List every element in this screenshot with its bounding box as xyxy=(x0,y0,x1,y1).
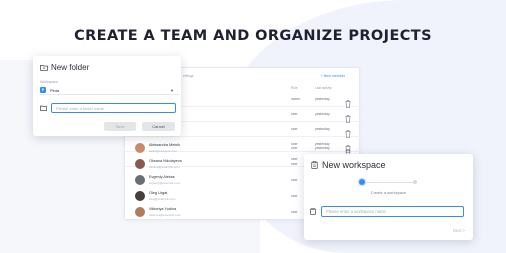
new-workspace-dialog: New workspace Create a workspace Next > xyxy=(304,154,473,240)
member-email: viktoriya@example.com xyxy=(149,213,181,217)
member-name: Oksana Nikolayeva xyxy=(149,159,182,163)
workspace-value: Pinta xyxy=(50,87,60,93)
row-role: user xyxy=(291,194,298,198)
chevron-down-icon: ▼ xyxy=(170,88,174,93)
new-member-button[interactable]: + New member xyxy=(321,74,345,78)
row-last-activity: yesterday xyxy=(315,112,330,116)
member-name: Evgeniy Alekse xyxy=(149,175,175,179)
workspace-label: Workspace xyxy=(40,80,58,84)
workspace-badge: P xyxy=(40,87,46,93)
row-role: user xyxy=(291,162,298,166)
dialog-title: New folder xyxy=(51,63,90,72)
trash-icon[interactable] xyxy=(345,95,351,108)
trash-icon[interactable] xyxy=(345,144,351,157)
row-role: user xyxy=(291,178,298,182)
workspace-select[interactable]: P Pinta ▼ xyxy=(40,86,180,95)
trash-icon[interactable] xyxy=(345,125,351,138)
member-email: oksana@example.com xyxy=(149,165,180,169)
trash-icon[interactable] xyxy=(345,110,351,123)
clipboard-icon xyxy=(311,161,318,169)
avatar xyxy=(135,143,145,153)
member-name: Viktoriya Yudina xyxy=(149,207,177,211)
dialog-title: New workspace xyxy=(322,160,386,170)
clipboard-icon xyxy=(310,208,316,215)
row-last-activity: yesterday xyxy=(315,127,330,131)
member-name: Aleksandra Melnik xyxy=(149,143,181,147)
avatar xyxy=(135,207,145,217)
step-label: Create a workspace xyxy=(370,190,407,195)
save-button[interactable]: Save xyxy=(104,122,136,131)
step-connector xyxy=(365,181,413,183)
folder-name-input[interactable] xyxy=(51,103,176,113)
member-email: evgeniy@example.com xyxy=(149,181,181,185)
member-email: oleg@example.com xyxy=(149,197,176,201)
last-activity-column-header: Last activity xyxy=(315,86,332,90)
row-role: user xyxy=(291,127,298,131)
row-role: user xyxy=(291,112,298,116)
row-role: user xyxy=(291,146,298,150)
avatar xyxy=(135,159,145,169)
role-column-header: Role xyxy=(291,86,298,90)
cancel-button[interactable]: Cancel xyxy=(142,122,175,131)
settings-tab[interactable]: ettings xyxy=(183,74,194,78)
avatar xyxy=(135,175,145,185)
page-headline: CREATE A TEAM AND ORGANIZE PROJECTS xyxy=(74,28,432,44)
avatar xyxy=(135,191,145,201)
member-name: Oleg Urgat xyxy=(149,191,168,195)
row-role: user xyxy=(291,210,298,214)
member-email: aleks@example.com xyxy=(149,149,177,153)
next-button[interactable]: Next > xyxy=(453,228,465,233)
row-last-activity: yesterday xyxy=(315,97,330,101)
step-indicator-inactive xyxy=(413,180,417,184)
workspace-name-input[interactable] xyxy=(321,206,464,217)
folder-icon xyxy=(40,64,48,71)
row-last-activity: yesterday xyxy=(315,146,330,150)
row-role: owner xyxy=(291,97,301,101)
folder-icon xyxy=(40,105,47,111)
